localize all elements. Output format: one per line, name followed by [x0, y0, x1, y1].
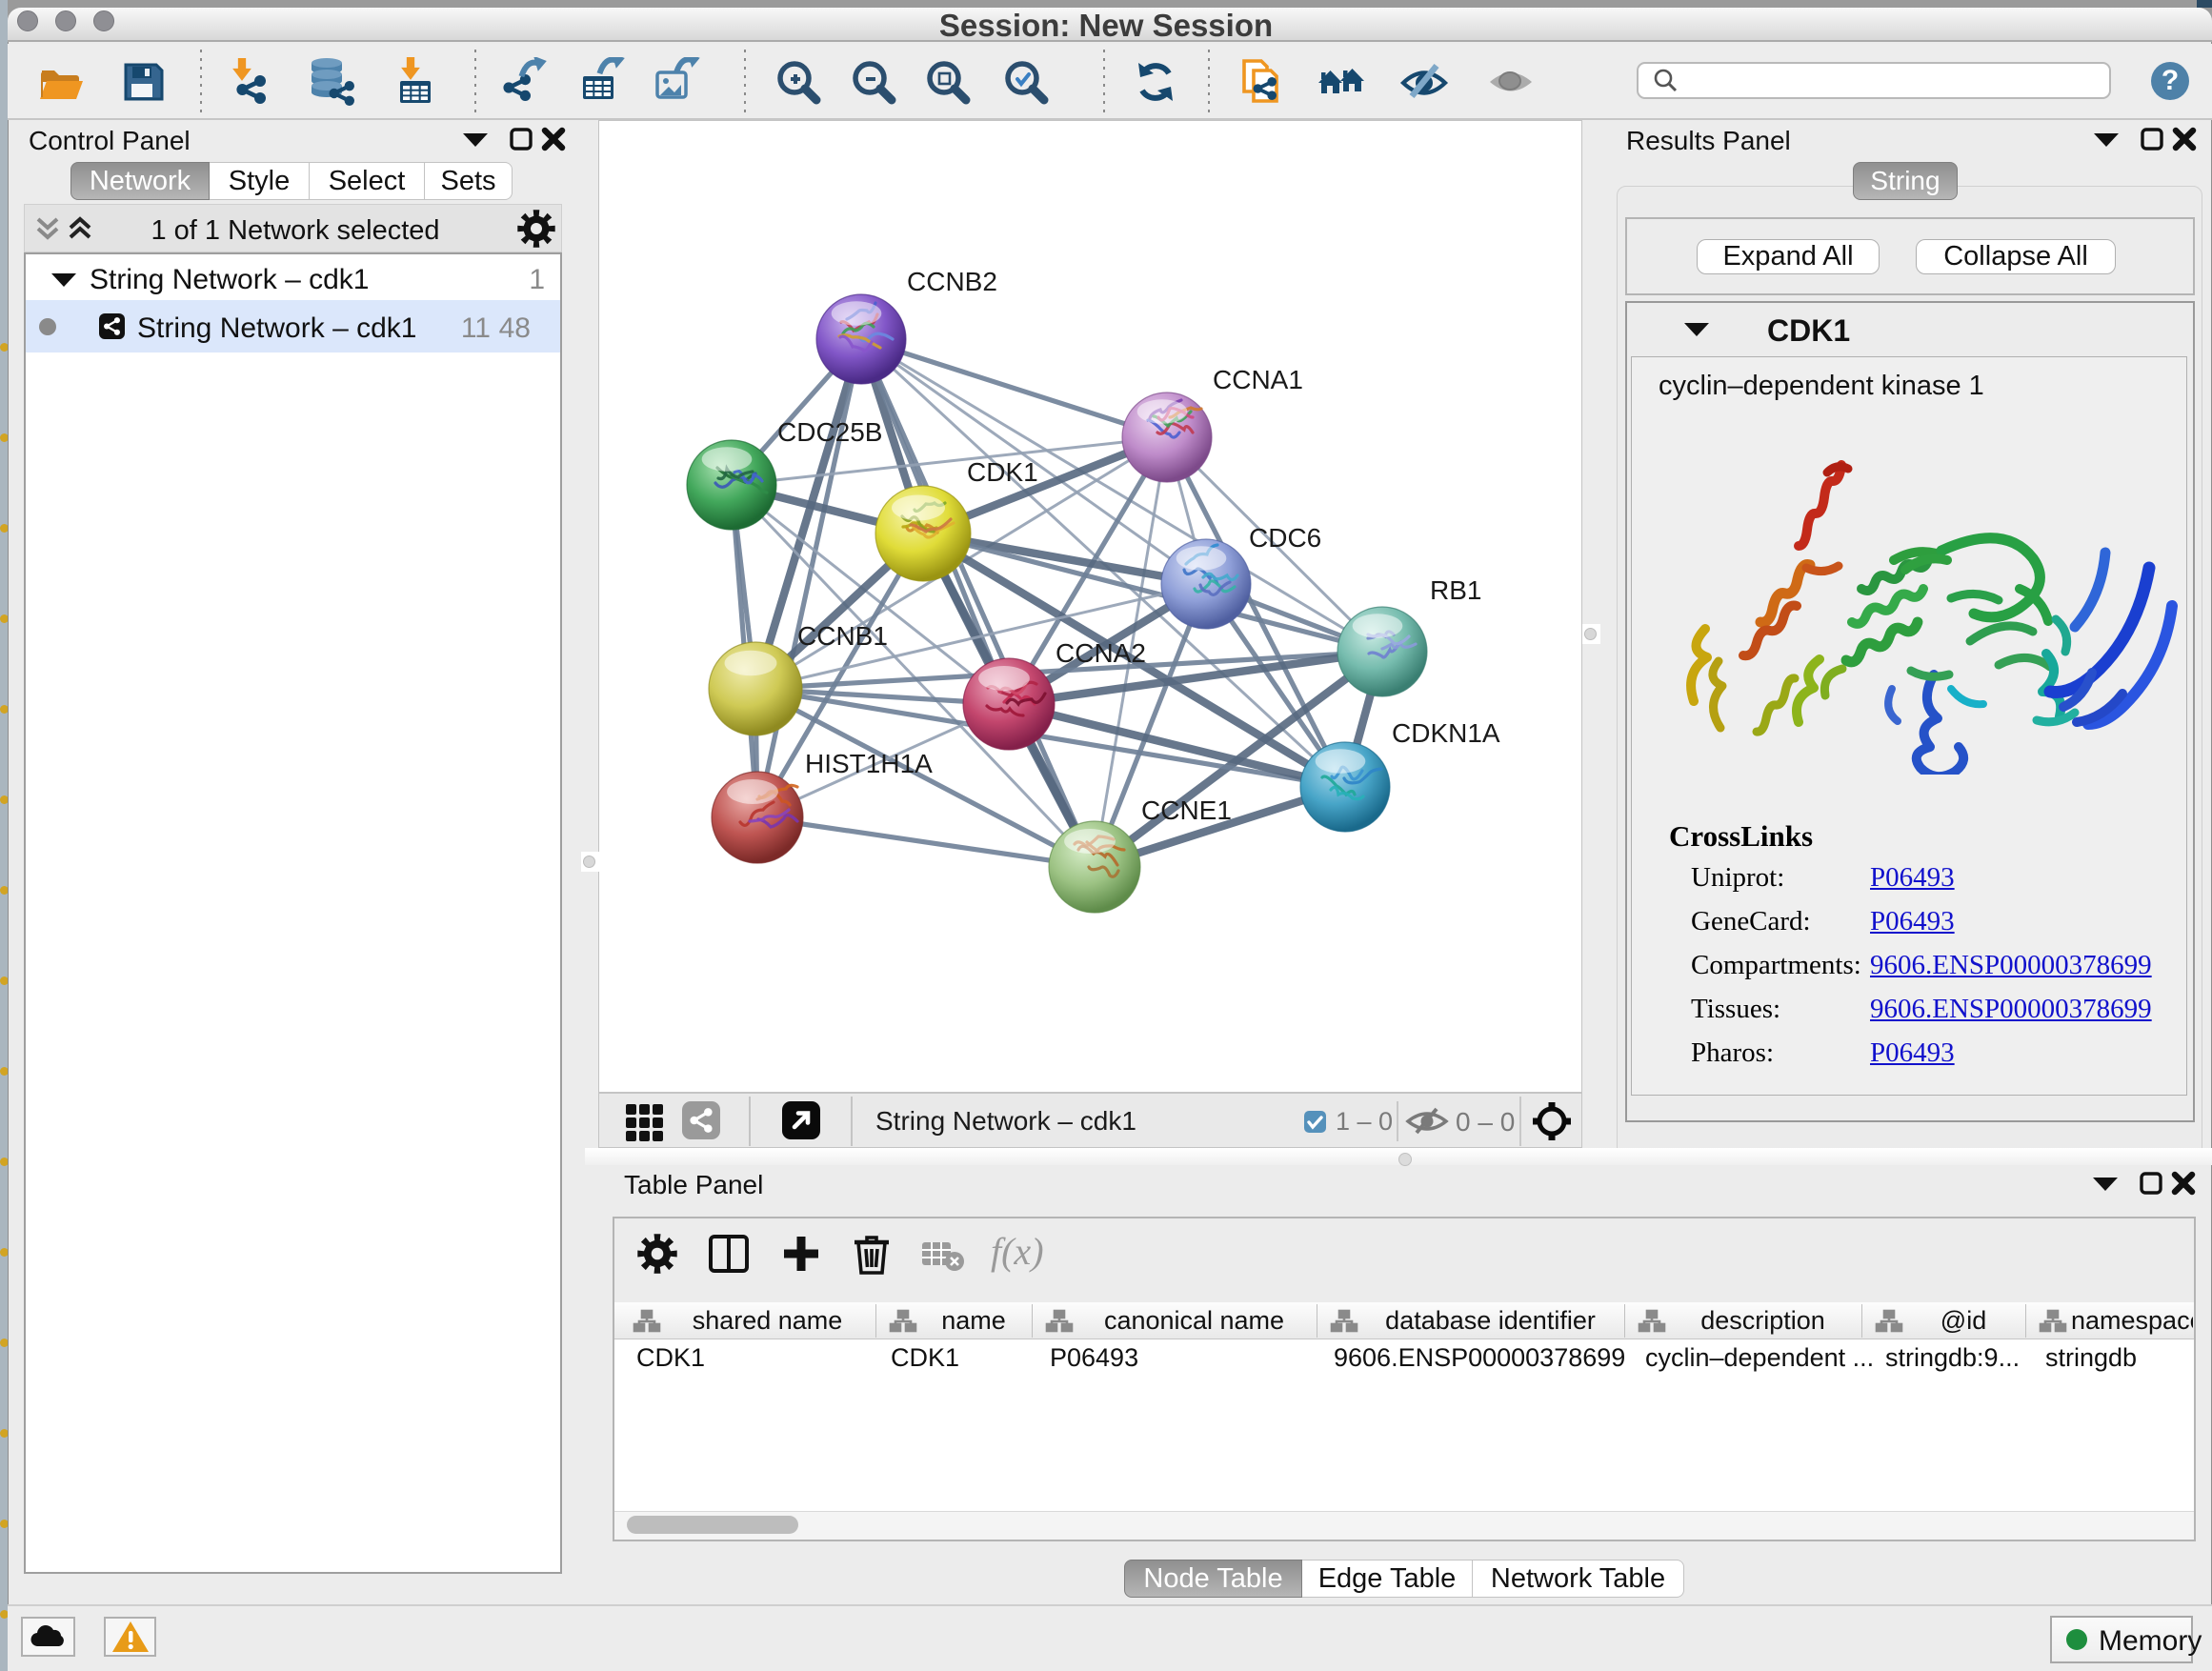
svg-text:HIST1H1A: HIST1H1A	[805, 749, 933, 778]
svg-text:CDK1: CDK1	[967, 457, 1038, 487]
svg-text:CDC6: CDC6	[1249, 523, 1321, 553]
svg-text:CCNB1: CCNB1	[797, 621, 888, 651]
svg-text:RB1: RB1	[1430, 575, 1481, 605]
svg-text:CCNA1: CCNA1	[1213, 365, 1303, 394]
svg-text:CCNA2: CCNA2	[1056, 638, 1146, 668]
svg-text:CCNE1: CCNE1	[1141, 795, 1232, 825]
svg-text:CCNB2: CCNB2	[907, 267, 997, 296]
svg-text:CDKN1A: CDKN1A	[1392, 718, 1500, 748]
svg-text:CDC25B: CDC25B	[777, 417, 882, 447]
